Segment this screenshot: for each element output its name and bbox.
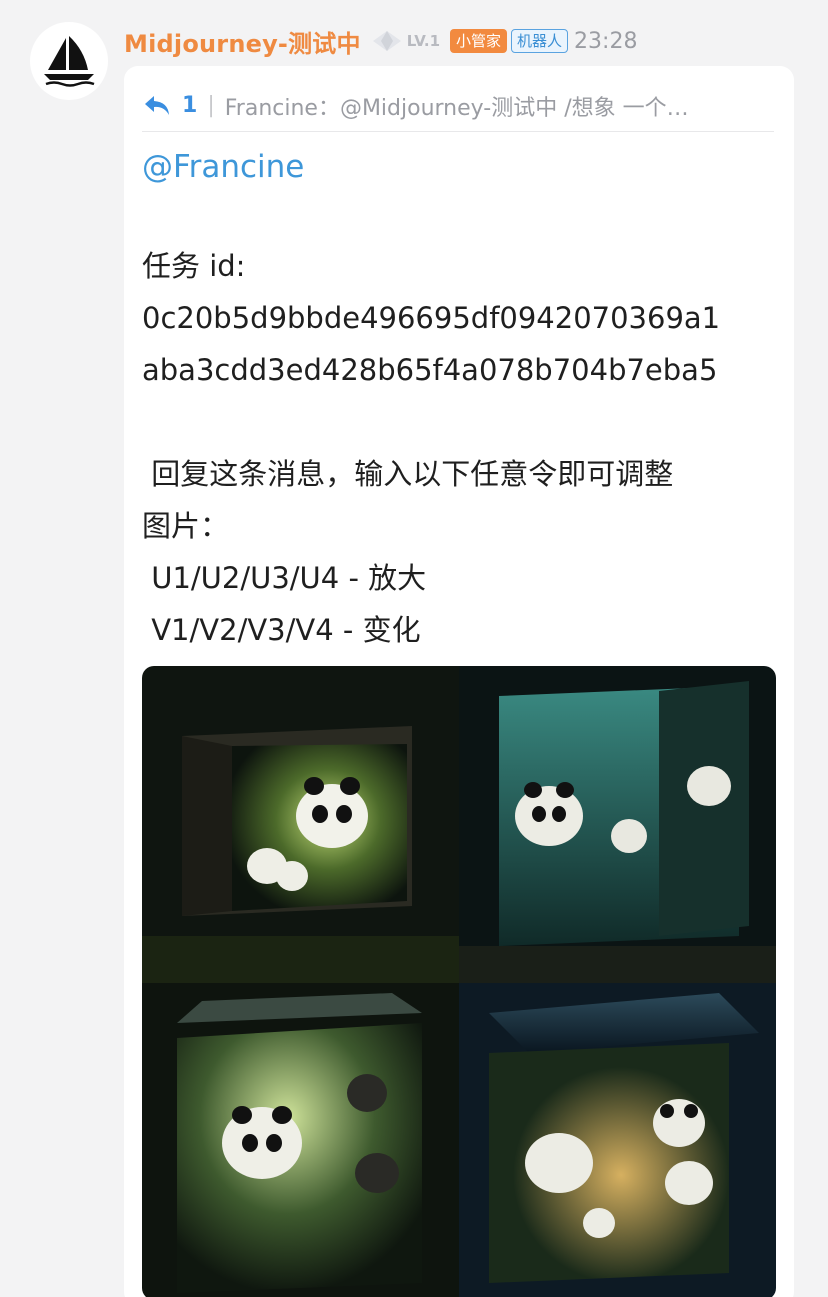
generated-image-grid[interactable] — [142, 666, 776, 1297]
reply-count: 1 — [182, 93, 198, 118]
image-tile-3[interactable] — [142, 983, 459, 1297]
reply-quote[interactable]: 1 | Francine：@Midjourney-测试中 /想象 一个… — [142, 80, 774, 132]
quote-divider: | — [207, 93, 215, 118]
admin-badge: 小管家 — [450, 29, 508, 53]
message-header: Midjourney-测试中 LV.1 小管家 机器人 23:28 — [124, 22, 637, 60]
reply-arrow-icon — [145, 95, 169, 115]
sailboat-logo-icon — [44, 36, 95, 87]
chat-message-row: Midjourney-测试中 LV.1 小管家 机器人 23:28 1 | Fr… — [0, 0, 828, 1297]
instruction-line-2: 图片： — [142, 509, 230, 543]
panda-box-image — [459, 983, 776, 1297]
message-time: 23:28 — [574, 28, 638, 54]
mention-link[interactable]: @Francine — [142, 146, 782, 188]
level-badge: LV.1 — [371, 29, 440, 53]
task-id-line-1: 0c20b5d9bbde496695df0942070369a1 — [142, 301, 721, 335]
instruction-line-1: 回复这条消息，输入以下任意令即可调整 — [142, 457, 674, 491]
upscale-option: U1/U2/U3/U4 - 放大 — [142, 561, 427, 595]
variation-option: V1/V2/V3/V4 - 变化 — [142, 613, 421, 647]
image-tile-4[interactable] — [459, 983, 776, 1297]
level-text: LV.1 — [406, 32, 441, 50]
quoted-text: Francine：@Midjourney-测试中 /想象 一个… — [224, 95, 689, 121]
sender-name[interactable]: Midjourney-测试中 — [124, 24, 361, 59]
image-tile-2[interactable] — [459, 666, 776, 983]
bot-badge: 机器人 — [511, 29, 569, 53]
midjourney-avatar[interactable] — [30, 22, 108, 100]
message-body: @Francine 任务 id: 0c20b5d9bbde496695df094… — [142, 146, 782, 656]
image-tile-1[interactable] — [142, 666, 459, 983]
panda-box-image — [459, 666, 776, 983]
panda-box-image — [142, 666, 459, 983]
task-id-label: 任务 id: — [142, 249, 246, 283]
diamond-icon — [372, 31, 401, 51]
panda-box-image — [142, 983, 459, 1297]
task-id-line-2: aba3cdd3ed428b65f4a078b704b7eba5 — [142, 353, 718, 387]
message-bubble: 1 | Francine：@Midjourney-测试中 /想象 一个… @Fr… — [124, 66, 794, 1297]
